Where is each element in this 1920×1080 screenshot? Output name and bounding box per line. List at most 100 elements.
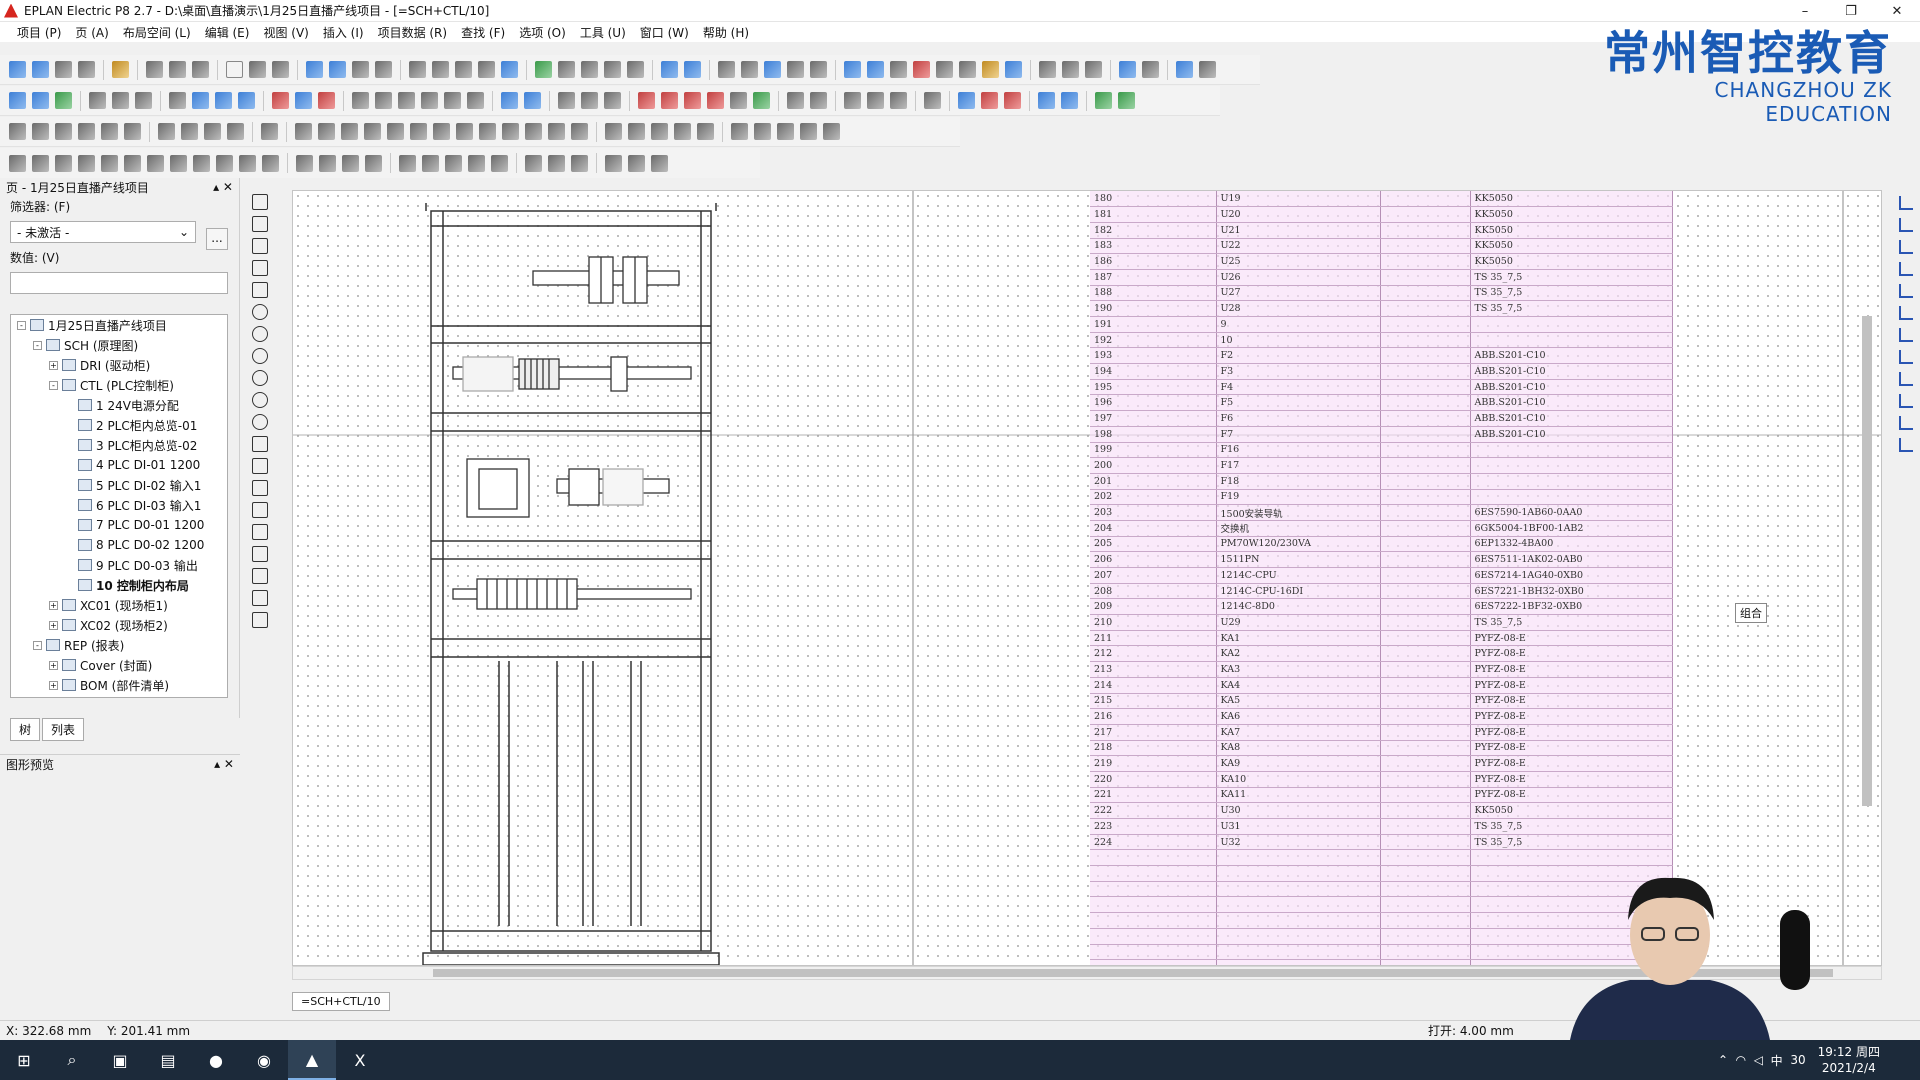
circle-tool-icon[interactable] <box>252 304 268 320</box>
panel-pin-close-icon[interactable]: ▴ ✕ <box>213 180 233 194</box>
print-icon[interactable] <box>55 61 72 78</box>
table-row[interactable]: 201 F18 <box>1090 473 1673 490</box>
rotate-icon[interactable] <box>261 123 278 140</box>
qq-icon[interactable]: ● <box>192 1040 240 1080</box>
start-icon[interactable]: ⊞ <box>0 1040 48 1080</box>
table-row[interactable]: 220 KA10 PYFZ-08-E <box>1090 771 1673 788</box>
notification-badge[interactable]: 30 <box>1790 1053 1805 1067</box>
tree-node[interactable]: - 1月25日直播产线项目 <box>11 315 227 335</box>
mount-k-icon[interactable] <box>525 123 542 140</box>
tree-node[interactable]: 2 PLC柜内总览-01 <box>11 415 227 435</box>
draw-g-icon[interactable] <box>147 154 164 172</box>
menu-window[interactable]: 窗口 (W) <box>633 24 696 41</box>
print-preview-icon[interactable] <box>78 61 95 78</box>
device-icon[interactable] <box>1119 61 1136 78</box>
table-row[interactable]: 181 U20 KK5050 <box>1090 206 1673 223</box>
layout-a-icon[interactable] <box>158 123 175 140</box>
table-row[interactable]: 190 U28 TS 35_7,5 <box>1090 300 1673 317</box>
din-rail-row-3[interactable] <box>466 458 670 518</box>
undo-icon[interactable] <box>306 61 323 78</box>
corner-d-icon[interactable] <box>1899 262 1913 276</box>
flag-c-icon[interactable] <box>238 92 255 109</box>
wire-b-icon[interactable] <box>981 92 998 109</box>
line-tool-icon[interactable] <box>252 194 268 210</box>
open-project-icon[interactable] <box>32 61 49 78</box>
table-row[interactable]: 195 F4 ABB.S201-C10 <box>1090 379 1673 396</box>
table-row[interactable]: 197 F6 ABB.S201-C10 <box>1090 410 1673 427</box>
filter-dropdown[interactable]: - 未激活 - ⌄ <box>10 221 196 243</box>
tee-b-icon[interactable] <box>1899 306 1913 320</box>
duct-d-icon[interactable] <box>800 123 817 140</box>
page-e-icon[interactable] <box>444 92 461 109</box>
draw-e-icon[interactable] <box>101 154 118 172</box>
table-row[interactable]: 205 PM70W120/230VA 6EP1332-4BA00 <box>1090 536 1673 553</box>
tree-node[interactable]: 4 PLC DI-01 1200 <box>11 455 227 475</box>
text-tool-icon[interactable] <box>252 458 268 474</box>
wire-ducts[interactable] <box>498 661 642 926</box>
collapse-icon[interactable]: - <box>17 320 26 330</box>
spline-tool-icon[interactable] <box>252 436 268 452</box>
grid-a-icon[interactable] <box>718 61 735 78</box>
angle-a-icon[interactable] <box>1038 92 1055 109</box>
menu-options[interactable]: 选项 (O) <box>512 24 573 41</box>
draw-j-icon[interactable] <box>216 154 233 172</box>
mount-d-icon[interactable] <box>364 123 381 140</box>
box-a-icon[interactable] <box>844 92 861 109</box>
mount-h-icon[interactable] <box>456 123 473 140</box>
tree-node[interactable]: - REP (报表) <box>11 635 227 655</box>
din-rail-row-2[interactable] <box>452 356 692 392</box>
arc-tool-icon[interactable] <box>252 348 268 364</box>
menu-insert[interactable]: 插入 (I) <box>316 24 371 41</box>
cross-b-icon[interactable] <box>1899 394 1913 408</box>
line-b-icon[interactable] <box>319 154 336 172</box>
rail-e-icon[interactable] <box>697 123 714 140</box>
tree-node[interactable]: + DRI (驱动柜) <box>11 355 227 375</box>
input-assist-icon[interactable] <box>936 61 953 78</box>
angle-c-icon[interactable] <box>1095 92 1112 109</box>
menu-tools[interactable]: 工具 (U) <box>573 24 633 41</box>
layer-icon[interactable] <box>982 61 999 78</box>
draw-d-icon[interactable] <box>78 154 95 172</box>
corner-c-icon[interactable] <box>1899 240 1913 254</box>
arc-3pt-tool-icon[interactable] <box>252 370 268 386</box>
tree-node[interactable]: 3 PLC柜内总览-02 <box>11 435 227 455</box>
duct-c-icon[interactable] <box>777 123 794 140</box>
graphics-preview-icon[interactable] <box>501 61 518 78</box>
tee-a-icon[interactable] <box>1899 284 1913 298</box>
line-c-icon[interactable] <box>342 154 359 172</box>
table-row[interactable]: 216 KA6 PYFZ-08-E <box>1090 708 1673 725</box>
tab-tree[interactable]: 树 <box>10 718 41 741</box>
table-row[interactable]: 213 KA3 PYFZ-08-E <box>1090 661 1673 678</box>
line-d-icon[interactable] <box>365 154 382 172</box>
collapse-icon[interactable]: - <box>49 380 58 390</box>
table-row[interactable]: 199 F16 <box>1090 442 1673 459</box>
arrow-icon[interactable] <box>295 92 312 109</box>
wire-c-icon[interactable] <box>1004 92 1021 109</box>
draw-h-icon[interactable] <box>170 154 187 172</box>
layout-b-icon[interactable] <box>181 123 198 140</box>
refresh-icon[interactable] <box>535 61 552 78</box>
undo-list-icon[interactable] <box>352 61 369 78</box>
table-row[interactable]: 206 1511PN 6ES7511-1AK02-0AB0 <box>1090 551 1673 568</box>
page-f-icon[interactable] <box>467 92 484 109</box>
new-project-icon[interactable] <box>9 61 26 78</box>
connection-b-icon[interactable] <box>112 92 129 109</box>
flag-a-icon[interactable] <box>192 92 209 109</box>
tee-d-icon[interactable] <box>1899 350 1913 364</box>
cabinet-d-icon[interactable] <box>78 123 95 140</box>
zoom-window-icon[interactable] <box>558 61 575 78</box>
properties-icon[interactable] <box>249 61 266 78</box>
bar-icon[interactable] <box>169 92 186 109</box>
menu-layout-space[interactable]: 布局空间 (L) <box>116 24 198 41</box>
zoom-fit-icon[interactable] <box>627 61 644 78</box>
wifi-icon[interactable]: ◠ <box>1736 1053 1746 1067</box>
panel-pin-close-icon[interactable]: ▴ ✕ <box>214 757 234 771</box>
menu-help[interactable]: 帮助 (H) <box>696 24 756 41</box>
coil-e-icon[interactable] <box>730 92 747 109</box>
menu-view[interactable]: 视图 (V) <box>256 24 315 41</box>
table-row[interactable]: 193 F2 ABB.S201-C10 <box>1090 347 1673 365</box>
tree-node[interactable]: 5 PLC DI-02 输入1 <box>11 475 227 495</box>
motor-a-icon[interactable] <box>787 92 804 109</box>
sector-tool-icon[interactable] <box>252 392 268 408</box>
plc-icon[interactable] <box>272 92 289 109</box>
